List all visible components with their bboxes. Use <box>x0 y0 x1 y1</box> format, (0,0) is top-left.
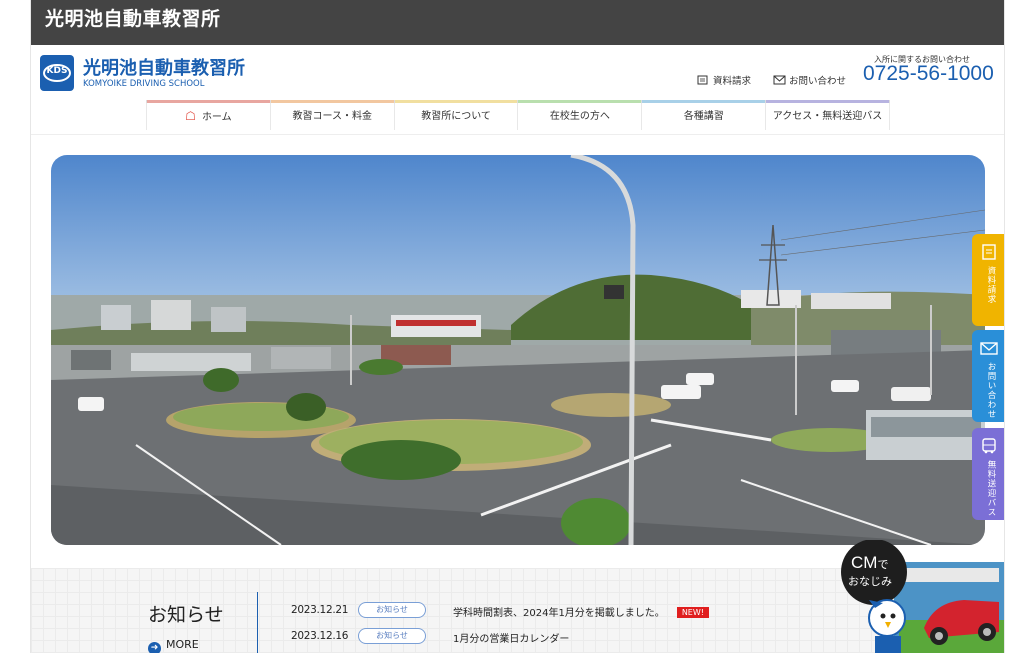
nav-item-label: ホーム <box>201 112 232 123</box>
news-tag: お知らせ <box>358 628 426 644</box>
nav-item-about[interactable]: 教習所について <box>394 100 519 130</box>
side-tab-contact[interactable]: お問い合わせ <box>972 330 1004 422</box>
nav-item-access[interactable]: アクセス・無料送迎バス <box>766 100 890 130</box>
nav-item-home[interactable]: ☖ ホーム <box>146 100 271 130</box>
news-text: 学科時間割表、2024年1月分を掲載しました。 <box>453 608 665 619</box>
hero-image <box>51 155 985 545</box>
news-more-link[interactable]: ➜ MORE <box>148 638 199 653</box>
new-badge: NEW! <box>676 607 709 618</box>
browser-page: 光明池自動車教習所 KDS 光明池自動車教習所 KOMYOIKE DRIVING… <box>30 0 1005 653</box>
nav-item-label: 教習所について <box>421 111 491 122</box>
phone-number[interactable]: 0725-56-1000 <box>863 62 994 86</box>
nav-color-bar <box>394 100 518 103</box>
cm-label-suffix: で <box>877 559 889 571</box>
logo-mark-text: KDS <box>46 66 68 76</box>
cm-subtitle: おなじみ <box>848 575 892 588</box>
news-text: 1月分の営業日カレンダー <box>453 634 570 645</box>
mail-icon <box>980 342 998 355</box>
side-tab-brochure[interactable]: 資料請求 <box>972 234 1004 326</box>
bus-icon <box>982 438 996 454</box>
document-icon <box>697 75 708 85</box>
brochure-request-link[interactable]: 資料請求 <box>697 73 751 87</box>
logo-name: 光明池自動車教習所 <box>83 58 245 79</box>
nav-item-label: 在校生の方へ <box>549 111 610 122</box>
news-date: 2023.12.21 <box>291 604 349 616</box>
nav-color-bar <box>518 100 642 103</box>
window-titlebar: 光明池自動車教習所 <box>31 0 1004 45</box>
news-divider <box>257 592 258 653</box>
nav-item-label: アクセス・無料送迎バス <box>772 111 883 122</box>
nav-item-courses[interactable]: 教習コース・料金 <box>270 100 395 130</box>
home-icon: ☖ <box>185 109 196 123</box>
main-nav: ☖ ホーム 教習コース・料金 教習所について 在校生の方へ 各種講習 アクセス・無… <box>146 100 890 130</box>
nav-divider <box>31 134 1004 135</box>
arrow-right-icon: ➜ <box>148 642 161 653</box>
side-tab-label: 無料送迎バス <box>986 460 996 517</box>
driving-course-photo <box>51 155 985 545</box>
news-date: 2023.12.16 <box>291 630 349 642</box>
side-tab-label: お問い合わせ <box>986 362 996 419</box>
nav-item-label: 各種講習 <box>683 111 724 122</box>
news-title: お知らせ <box>148 604 224 626</box>
nav-item-lectures[interactable]: 各種講習 <box>642 100 767 130</box>
news-tag: お知らせ <box>358 602 426 618</box>
document-icon <box>982 244 996 260</box>
nav-item-label: 教習コース・料金 <box>292 111 372 122</box>
mail-icon <box>773 75 786 85</box>
cm-label: CM <box>851 553 878 572</box>
contact-label: お問い合わせ <box>789 76 847 87</box>
brochure-request-label: 資料請求 <box>713 76 752 87</box>
nav-color-bar <box>147 100 270 103</box>
side-tab-label: 資料請求 <box>986 266 996 304</box>
nav-item-students[interactable]: 在校生の方へ <box>518 100 643 130</box>
window-title: 光明池自動車教習所 <box>45 8 221 30</box>
nav-color-bar <box>270 100 394 103</box>
side-tab-bus[interactable]: 無料送迎バス <box>972 428 1004 520</box>
logo-mark: KDS <box>40 55 74 91</box>
cm-banner[interactable]: CMで おなじみ <box>839 539 1004 653</box>
contact-link[interactable]: お問い合わせ <box>773 73 846 87</box>
nav-color-bar <box>642 100 766 103</box>
logo-english-name: KOMYOIKE DRIVING SCHOOL <box>83 79 205 89</box>
more-label: MORE <box>166 638 199 651</box>
nav-color-bar <box>766 100 889 103</box>
site-logo[interactable]: KDS 光明池自動車教習所 KOMYOIKE DRIVING SCHOOL <box>40 53 250 95</box>
